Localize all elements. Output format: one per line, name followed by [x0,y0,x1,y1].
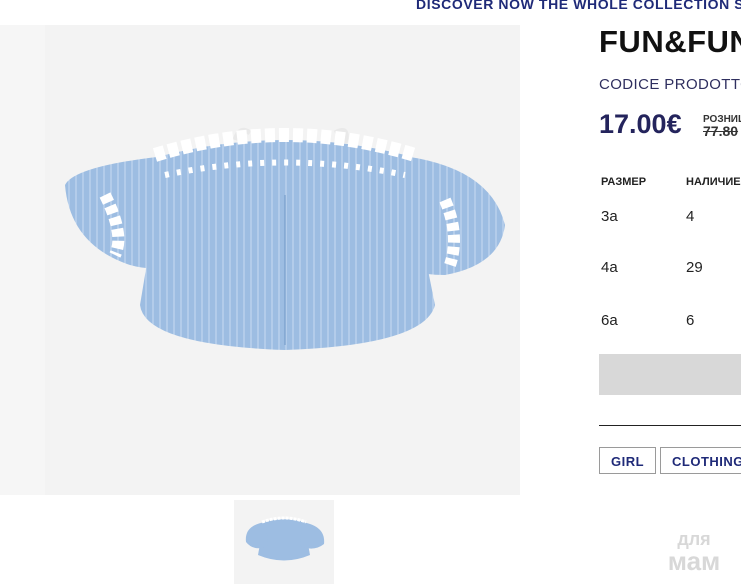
stock-cell: 4 [686,208,695,225]
size-cell: 6a [601,312,618,329]
divider [599,425,741,426]
stock-cell: 6 [686,312,695,329]
promo-banner[interactable]: DISCOVER NOW THE WHOLE COLLECTION SP [416,0,741,12]
product-thumbnail[interactable] [234,500,334,584]
watermark-line2: мам [667,546,721,576]
product-brand-title: FUN&FUN [599,24,741,59]
stock-cell: 29 [686,259,703,276]
tag-girl[interactable]: GIRL [599,447,656,474]
site-watermark-logo: для мам [654,530,734,574]
product-main-image[interactable] [45,25,520,495]
size-cell: 3a [601,208,618,225]
retail-price: 77.80 [703,123,739,139]
size-cell: 4a [601,259,618,276]
add-to-cart-button[interactable] [599,354,741,395]
stock-column-header: НАЛИЧИЕ [686,176,741,188]
product-sku-label: CODICE PRODOTTO [599,76,741,93]
tag-clothing[interactable]: CLOTHING [660,447,741,474]
gallery-left-strip [0,25,45,495]
product-price: 17.00€ [599,109,682,139]
blouse-thumbnail-icon [234,500,334,584]
size-column-header: РАЗМЕР [601,176,647,188]
blouse-image-icon [45,25,520,495]
